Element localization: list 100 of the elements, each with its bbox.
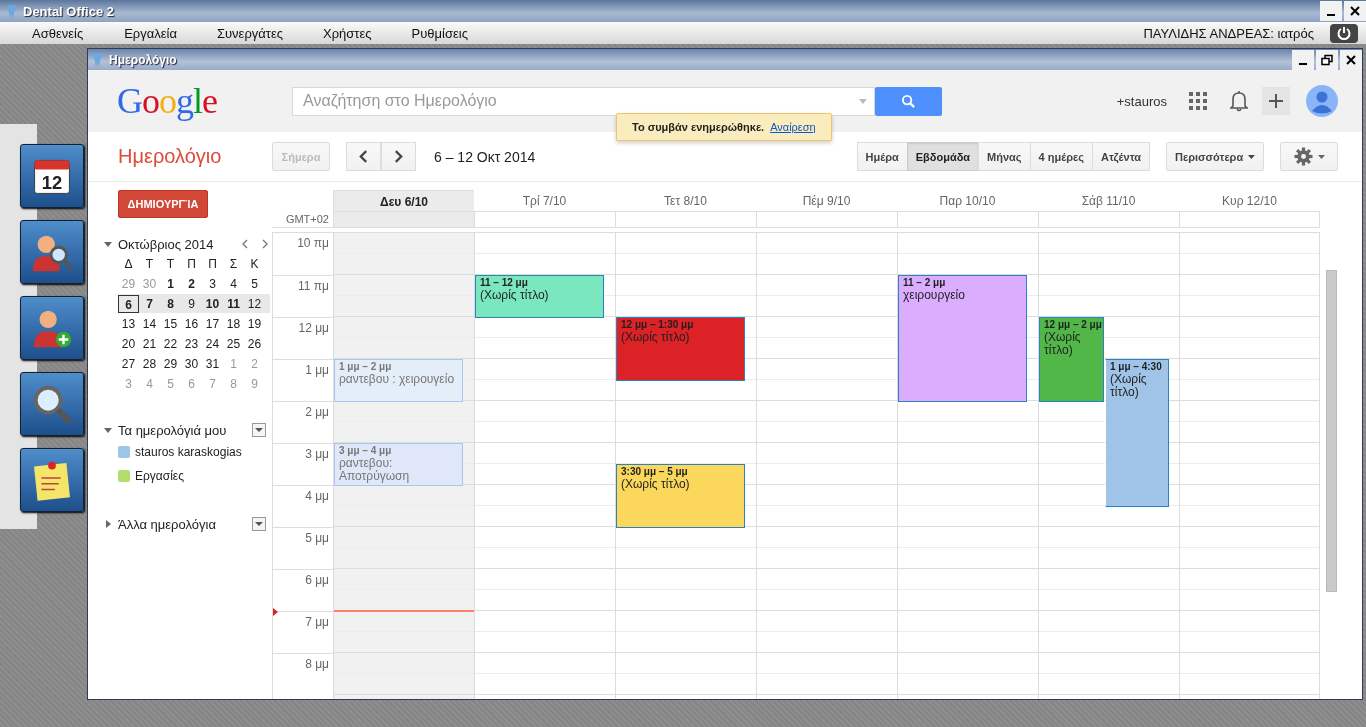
event-block[interactable]: 11 – 12 μμ (Χωρίς τίτλο) (475, 275, 604, 318)
day-cell[interactable]: 24 (202, 334, 223, 353)
expand-triangle-icon[interactable] (104, 239, 113, 249)
day-cell[interactable]: 14 (139, 314, 160, 333)
menu-item[interactable]: Ρυθμίσεις (411, 25, 468, 41)
day-cell[interactable]: 25 (223, 334, 244, 353)
view-tab[interactable]: Εβδομάδα (906, 142, 980, 171)
day-cell[interactable]: 7 (139, 294, 160, 313)
view-tab[interactable]: Ατζέντα (1091, 142, 1150, 171)
minimize-button[interactable] (1320, 1, 1342, 21)
day-header[interactable]: Πέμ 9/10 (756, 190, 897, 212)
view-tab[interactable]: Μήνας (978, 142, 1031, 171)
day-header[interactable]: Κυρ 12/10 (1179, 190, 1320, 212)
apps-grid-icon[interactable] (1189, 92, 1207, 110)
section-title[interactable]: Τα ημερολόγιά μου (118, 422, 227, 438)
close-icon (1349, 5, 1361, 17)
day-cell[interactable]: 16 (181, 314, 202, 333)
bell-icon[interactable] (1230, 90, 1248, 112)
next-button[interactable] (381, 142, 416, 171)
day-header[interactable]: Σάβ 11/10 (1038, 190, 1179, 212)
hour-label: 12 μμ (298, 321, 329, 335)
day-cell[interactable]: 5 (244, 274, 265, 293)
day-cell[interactable]: 12 (244, 294, 265, 313)
power-button[interactable] (1330, 23, 1358, 43)
day-cell[interactable]: 8 (160, 294, 181, 313)
day-cell[interactable]: 10 (202, 294, 223, 313)
day-header[interactable]: Παρ 10/10 (897, 190, 1038, 212)
add-patient-tile[interactable] (20, 296, 84, 360)
day-header[interactable]: Δευ 6/10 (333, 190, 474, 212)
menu-item[interactable]: Εργαλεία (124, 25, 177, 41)
day-cell[interactable]: 1 (160, 274, 181, 293)
event-block[interactable]: 1 μμ – 2 μμ ραντεβου : χειρουγείο (334, 359, 463, 402)
all-day-cell[interactable] (1179, 212, 1320, 227)
undo-link[interactable]: Αναίρεση (770, 121, 816, 133)
create-button[interactable]: ΔΗΜΙΟΥΡΓΊΑ (118, 190, 208, 218)
menu-item[interactable]: Χρήστες (323, 25, 372, 41)
day-header[interactable]: Τρί 7/10 (474, 190, 615, 212)
event-block[interactable]: 12 μμ – 2 μμ (Χωρίς τίτλο) (1039, 317, 1104, 402)
day-cell[interactable]: 6 (118, 294, 139, 313)
day-cell[interactable]: 28 (139, 354, 160, 373)
previous-button[interactable] (346, 142, 381, 171)
day-cell[interactable]: 3 (202, 274, 223, 293)
close-button[interactable] (1344, 1, 1366, 21)
settings-button[interactable] (1280, 142, 1338, 171)
close-button[interactable] (1340, 49, 1362, 70)
menu-item[interactable]: Ασθενείς (32, 25, 84, 41)
section-title[interactable]: Άλλα ημερολόγια (118, 516, 216, 532)
account-link[interactable]: +stauros (1116, 93, 1167, 109)
day-cell[interactable]: 17 (202, 314, 223, 333)
day-cell[interactable]: 15 (160, 314, 181, 333)
day-cell[interactable]: 11 (223, 294, 244, 313)
all-day-cell[interactable] (333, 212, 474, 227)
restore-button[interactable] (1316, 49, 1338, 70)
expand-triangle-icon[interactable] (104, 425, 113, 435)
calendar-tile[interactable]: 12 (20, 144, 84, 208)
calendar-name[interactable]: Εργασίες (135, 468, 184, 483)
note-tile[interactable] (20, 448, 84, 512)
expand-triangle-icon[interactable] (104, 519, 113, 529)
weekday-label: Δ (123, 255, 134, 273)
day-cell[interactable]: 4 (223, 274, 244, 293)
search-field[interactable]: Αναζήτηση στο Ημερολόγιο (292, 86, 875, 116)
search-button[interactable] (875, 86, 942, 116)
day-cell[interactable]: 23 (181, 334, 202, 353)
view-tab[interactable]: Ημέρα (856, 142, 908, 171)
event-block[interactable]: 1 μμ – 4:30 (Χωρίς τίτλο) (1105, 359, 1169, 507)
day-cell[interactable]: 22 (160, 334, 181, 353)
event-block[interactable]: 3:30 μμ – 5 μμ (Χωρίς τίτλο) (616, 464, 745, 528)
patient-search-tile[interactable] (20, 220, 84, 284)
menu-item[interactable]: Συνεργάτες (216, 25, 283, 41)
day-cell[interactable]: 21 (139, 334, 160, 353)
search-tile[interactable] (20, 372, 84, 436)
avatar-icon[interactable] (1306, 85, 1338, 117)
event-block[interactable]: 11 – 2 μμ χειρουργείο (898, 275, 1027, 402)
tooth-icon (6, 3, 17, 19)
day-cell[interactable]: 19 (244, 314, 265, 333)
day-cell[interactable]: 2 (181, 274, 202, 293)
calendar-name[interactable]: stauros karaskogias (135, 444, 242, 459)
day-cell[interactable]: 18 (223, 314, 244, 333)
day-cell[interactable]: 13 (118, 314, 139, 333)
calendar-swatch[interactable] (118, 469, 130, 482)
dropdown-icon[interactable] (252, 517, 266, 531)
scrollbar-thumb[interactable] (1326, 270, 1337, 592)
calendar-swatch[interactable] (118, 445, 130, 458)
day-header[interactable]: Τετ 8/10 (615, 190, 756, 212)
minimize-button[interactable] (1292, 49, 1314, 70)
add-button[interactable] (1262, 87, 1290, 115)
view-tab[interactable]: 4 ημέρες (1029, 142, 1093, 171)
day-cell[interactable]: 27 (118, 354, 139, 373)
next-month-icon[interactable] (261, 239, 268, 249)
previous-month-icon[interactable] (242, 239, 249, 249)
day-cell[interactable]: 29 (160, 354, 181, 373)
day-cell[interactable]: 30 (181, 354, 202, 373)
day-cell[interactable]: 20 (118, 334, 139, 353)
day-cell[interactable]: 31 (202, 354, 223, 373)
day-cell[interactable]: 26 (244, 334, 265, 353)
hour-label: 2 μμ (305, 405, 329, 419)
more-button[interactable]: Περισσότερα (1166, 142, 1264, 171)
event-block[interactable]: 3 μμ – 4 μμ ραντεβου: Αποτρύγωση (334, 443, 463, 486)
day-cell[interactable]: 9 (181, 294, 202, 313)
dropdown-icon[interactable] (252, 423, 266, 437)
